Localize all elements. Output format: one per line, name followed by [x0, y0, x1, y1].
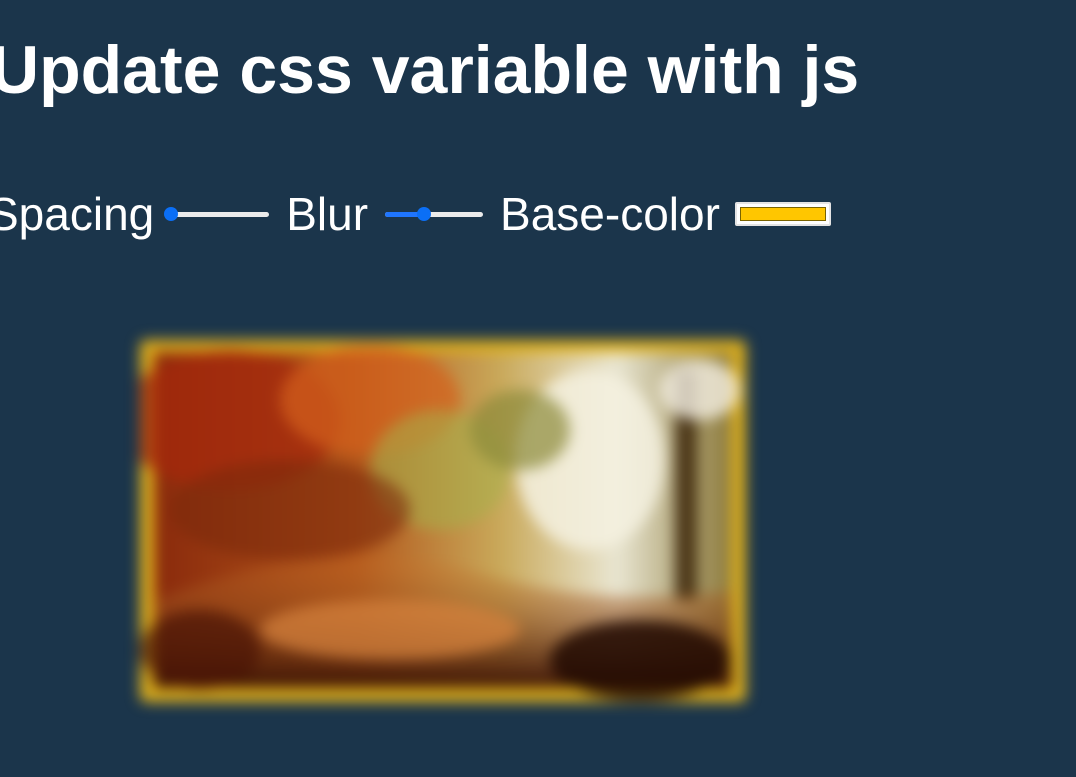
page-title: Update css variable with js [0, 32, 860, 108]
base-color-picker[interactable] [734, 202, 831, 226]
forest-photo-image [140, 340, 746, 702]
blur-label: Blur [286, 188, 369, 240]
spacing-slider-thumb[interactable] [164, 207, 179, 221]
spacing-label: Spacing [0, 188, 155, 240]
spacing-slider[interactable] [164, 207, 270, 221]
blur-slider[interactable] [385, 207, 484, 221]
base-color-label: Base-color [500, 188, 720, 240]
controls-bar: Spacing Blur Base-color [0, 186, 831, 242]
blur-slider-thumb[interactable] [417, 207, 432, 221]
base-color-swatch [739, 207, 826, 221]
spacing-slider-track [171, 212, 270, 217]
forest-photo [140, 340, 746, 702]
